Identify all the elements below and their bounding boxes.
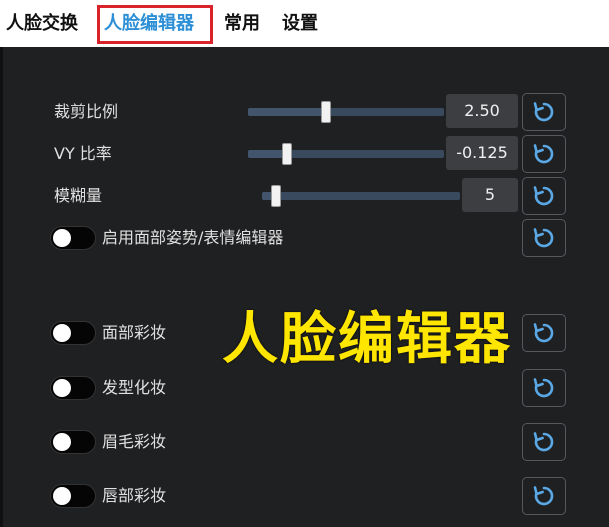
crop-ratio-reset-button[interactable] [522, 93, 566, 131]
vy-ratio-label: VY 比率 [54, 144, 112, 163]
tab-common[interactable]: 常用 [224, 8, 260, 40]
frame-border [0, 47, 3, 527]
reset-icon [533, 186, 554, 206]
reset-icon [533, 432, 554, 452]
pose-expression-reset-button[interactable] [522, 219, 566, 257]
crop-ratio-slider[interactable] [248, 101, 444, 123]
eyebrow-makeup-toggle[interactable] [50, 430, 96, 454]
vy-ratio-reset-button[interactable] [522, 135, 566, 173]
eyebrow-makeup-reset-button[interactable] [522, 423, 566, 461]
crop-ratio-slider-thumb[interactable] [321, 101, 331, 123]
reset-icon [533, 144, 554, 164]
vy-ratio-slider[interactable] [248, 143, 444, 165]
blur-amount-slider[interactable] [262, 185, 460, 207]
tab-settings[interactable]: 设置 [282, 8, 318, 40]
toggle-knob [53, 229, 71, 247]
blur-amount-reset-button[interactable] [522, 177, 566, 215]
reset-icon [533, 323, 554, 343]
reset-icon [533, 486, 554, 506]
hair-makeup-reset-button[interactable] [522, 369, 566, 407]
tab-bar: 人脸交换 人脸编辑器 常用 设置 [0, 0, 609, 47]
pose-expression-editor-label: 启用面部姿势/表情编辑器 [102, 228, 284, 247]
reset-icon [533, 378, 554, 398]
toggle-knob [53, 379, 71, 397]
crop-ratio-value[interactable]: 2.50 [446, 94, 518, 128]
hair-makeup-label: 发型化妆 [102, 378, 167, 397]
face-makeup-label: 面部彩妆 [102, 323, 167, 342]
crop-ratio-slider-fill [248, 108, 326, 116]
hair-makeup-toggle[interactable] [50, 376, 96, 400]
lip-makeup-toggle[interactable] [50, 484, 96, 508]
reset-icon [533, 228, 554, 248]
blur-amount-slider-thumb[interactable] [271, 185, 281, 207]
lip-makeup-reset-button[interactable] [522, 477, 566, 515]
blur-amount-label: 模糊量 [54, 186, 103, 205]
vy-ratio-slider-thumb[interactable] [282, 143, 292, 165]
toggle-knob [53, 433, 71, 451]
reset-icon [533, 102, 554, 122]
tab-face-swap[interactable]: 人脸交换 [6, 8, 78, 40]
face-makeup-reset-button[interactable] [522, 314, 566, 352]
vy-ratio-value[interactable]: -0.125 [446, 136, 518, 170]
active-tab-highlight [97, 5, 213, 44]
toggle-knob [53, 324, 71, 342]
overlay-title: 人脸编辑器 [222, 307, 512, 372]
crop-ratio-label: 裁剪比例 [54, 102, 119, 121]
face-makeup-toggle[interactable] [50, 321, 96, 345]
pose-expression-editor-toggle[interactable] [50, 226, 96, 250]
lip-makeup-label: 唇部彩妆 [102, 486, 167, 505]
blur-amount-value[interactable]: 5 [462, 178, 518, 212]
toggle-knob [53, 487, 71, 505]
eyebrow-makeup-label: 眉毛彩妆 [102, 432, 167, 451]
